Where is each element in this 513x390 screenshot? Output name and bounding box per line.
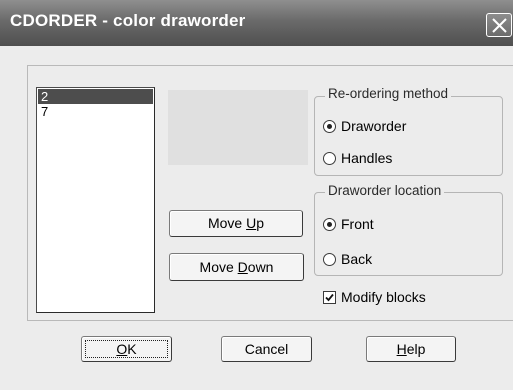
move-up-accelerator: U [246,215,257,231]
radio-handles-label: Handles [341,150,393,166]
ok-accelerator: O [116,341,128,357]
checkmark-icon [325,293,334,302]
dialog-window: CDORDER - color draworder 2 7 Move Up Mo… [0,0,513,390]
ok-label-suffix: K [127,341,137,357]
radio-draworder[interactable]: Draworder [323,116,406,136]
help-button[interactable]: Help [366,336,456,362]
radio-draworder-indicator[interactable] [323,120,336,133]
radio-handles[interactable]: Handles [323,148,392,168]
move-up-button[interactable]: Move Up [169,210,303,237]
move-down-label-prefix: Move [199,259,238,275]
modify-blocks-check-indicator[interactable] [323,291,336,304]
move-up-label-prefix: Move [207,215,247,231]
color-preview-swatch [168,90,308,165]
modify-blocks-label: Modify blocks [341,289,426,305]
move-up-label-suffix: p [256,215,265,231]
reordering-method-legend: Re-ordering method [325,86,452,101]
list-item-color-7[interactable]: 7 [37,104,154,119]
radio-front-label: Front [341,216,374,232]
move-down-button[interactable]: Move Down [169,253,304,281]
color-listbox[interactable]: 2 7 [36,87,155,313]
radio-back[interactable]: Back [323,249,372,269]
modify-blocks-checkbox[interactable]: Modify blocks [323,287,426,307]
cancel-button[interactable]: Cancel [221,336,312,362]
radio-front[interactable]: Front [323,214,374,234]
radio-back-label: Back [341,251,373,267]
move-down-accelerator: D [237,259,248,275]
help-accelerator: H [396,341,407,357]
radio-back-indicator[interactable] [323,253,336,266]
radio-front-indicator[interactable] [323,218,336,231]
dialog-body: 2 7 Move Up Move Down Re-ordering method… [0,46,513,390]
ok-button[interactable]: OK [81,336,172,362]
radio-handles-indicator[interactable] [323,152,336,165]
window-title: CDORDER - color draworder [10,11,246,30]
close-icon [492,18,507,33]
move-down-label-suffix: own [247,259,274,275]
draworder-location-legend: Draworder location [325,183,445,198]
list-item-color-2[interactable]: 2 [38,89,153,104]
help-label-suffix: elp [406,341,426,357]
title-bar[interactable]: CDORDER - color draworder [0,0,513,46]
close-button[interactable] [486,13,512,37]
radio-draworder-label: Draworder [341,118,407,134]
